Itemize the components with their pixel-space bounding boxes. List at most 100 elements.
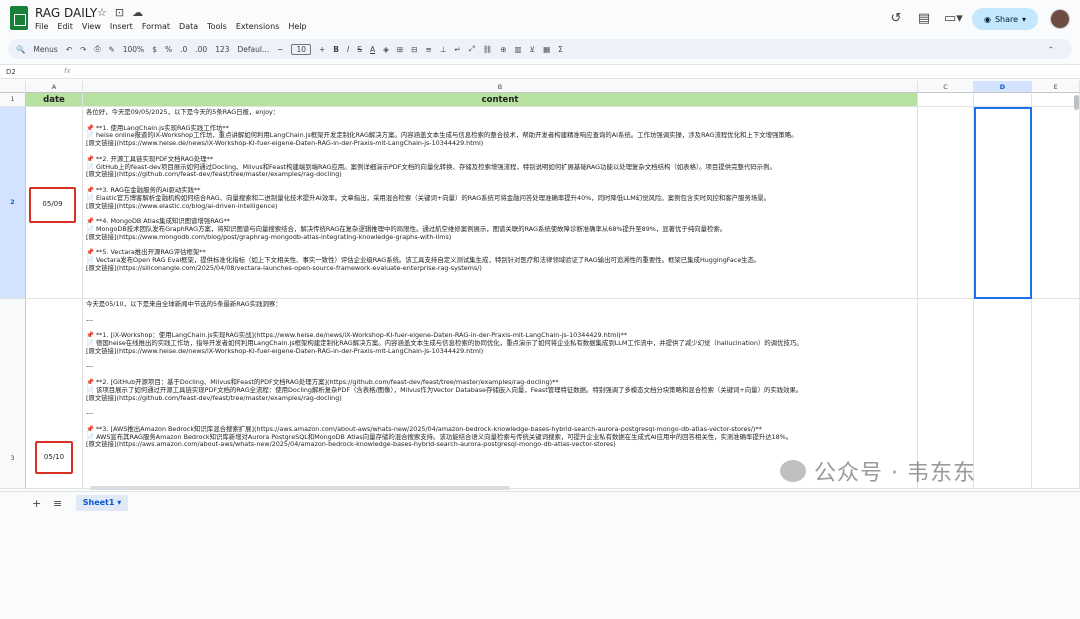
menus-search[interactable]: Menus <box>33 45 58 54</box>
font-select[interactable]: Defaul... <box>238 45 270 54</box>
chevron-down-icon: ▾ <box>1022 14 1027 24</box>
content-line: --- <box>86 409 93 418</box>
cell-d3[interactable] <box>974 299 1032 489</box>
cell-b2-content[interactable]: 各位好，今天是09/05/2025，以下是今天的5条RAG日报，enjoy： 📌 … <box>83 107 918 299</box>
number-format-button[interactable]: 123 <box>215 45 229 54</box>
filter-icon[interactable]: ⊻ <box>530 45 536 54</box>
wrap-icon[interactable]: ↵ <box>454 45 460 54</box>
row-header-1[interactable]: 1 <box>0 93 26 107</box>
menu-help[interactable]: Help <box>288 22 306 31</box>
history-icon[interactable]: ↺ <box>888 11 904 27</box>
menu-tools[interactable]: Tools <box>207 22 227 31</box>
meet-icon[interactable]: ▭▾ <box>944 11 963 27</box>
content-line <box>86 402 914 410</box>
menu-bar: File Edit View Insert Format Data Tools … <box>35 22 316 31</box>
column-header-a[interactable]: A <box>26 81 83 93</box>
align-icon[interactable]: ≡ <box>426 45 432 54</box>
column-header-d[interactable]: D <box>974 81 1032 93</box>
content-line: [原文链接](https://github.com/feast-dev/feas… <box>86 170 342 179</box>
toolbar: 🔍 Menus ↶ ↷ ⎙ ✎ 100% $ % .0 .00 123 Defa… <box>8 39 1072 59</box>
vertical-scrollbar[interactable] <box>1074 95 1079 110</box>
selected-cell-outline[interactable] <box>974 107 1032 299</box>
search-icon[interactable]: 🔍 <box>16 45 25 54</box>
date-cell-row2[interactable]: 05/09 <box>29 187 76 223</box>
merge-cells-icon[interactable]: ⊟ <box>411 45 417 54</box>
redo-icon[interactable]: ↷ <box>80 45 86 54</box>
move-folder-icon[interactable]: ⊡ <box>115 6 124 19</box>
cell-e1[interactable] <box>1032 93 1080 107</box>
menu-data[interactable]: Data <box>179 22 198 31</box>
rotate-icon[interactable]: ⤢ <box>469 44 475 54</box>
link-icon[interactable]: ⛓ <box>483 45 493 54</box>
cell-e2[interactable] <box>1032 107 1080 299</box>
italic-button[interactable]: I <box>347 45 349 54</box>
borders-icon[interactable]: ⊞ <box>397 45 403 54</box>
content-line: --- <box>86 315 93 324</box>
collapse-toolbar-icon[interactable]: ⌃ <box>1048 45 1054 54</box>
horizontal-scrollbar[interactable] <box>90 486 510 490</box>
text-color-button[interactable]: A <box>370 45 375 54</box>
valign-icon[interactable]: ⊥ <box>440 45 447 54</box>
chart-icon[interactable]: ▥ <box>514 45 521 54</box>
header-cell-content[interactable]: content <box>83 93 918 107</box>
sheet-tab-sheet1[interactable]: Sheet1 ▾ <box>76 495 128 511</box>
comment-icon[interactable]: ⊕ <box>500 45 506 54</box>
date-cell-row3[interactable]: 05/10 <box>35 441 73 474</box>
bold-button[interactable]: B <box>333 45 339 54</box>
print-icon[interactable]: ⎙ <box>94 44 100 54</box>
decrease-decimal-button[interactable]: .0 <box>180 45 187 54</box>
select-all-corner[interactable] <box>0 81 26 93</box>
cell-c1[interactable] <box>918 93 974 107</box>
share-button[interactable]: ◉ Share ▾ <box>972 8 1038 30</box>
cell-d1[interactable] <box>974 93 1032 107</box>
add-sheet-icon[interactable]: + <box>32 497 41 510</box>
cloud-status-icon[interactable]: ☁ <box>132 6 143 19</box>
avatar[interactable] <box>1050 9 1070 29</box>
functions-icon[interactable]: Σ <box>558 45 563 54</box>
paint-format-icon[interactable]: ✎ <box>108 45 114 54</box>
strikethrough-button[interactable]: S <box>357 45 362 54</box>
menu-extensions[interactable]: Extensions <box>236 22 279 31</box>
star-icon[interactable]: ☆ <box>97 6 107 19</box>
comments-icon[interactable]: ▤ <box>916 11 932 27</box>
share-label: Share <box>994 14 1019 24</box>
column-header-c[interactable]: C <box>918 81 974 93</box>
content-line: [原文链接](https://www.elastic.co/blog/ai-dr… <box>86 201 278 210</box>
cell-c2[interactable] <box>918 107 974 299</box>
content-line: [原文链接](https://www.mongodb.com/blog/post… <box>86 232 452 241</box>
name-box[interactable]: D2 <box>6 68 16 76</box>
menu-insert[interactable]: Insert <box>110 22 133 31</box>
all-sheets-icon[interactable]: ≡ <box>53 497 62 510</box>
content-line <box>86 309 914 317</box>
sheet-tab-label: Sheet1 <box>82 498 115 507</box>
sheet-tab-bar: + ≡ Sheet1 ▾ <box>0 491 1080 513</box>
font-size-decrease-icon[interactable]: − <box>277 45 283 54</box>
menu-file[interactable]: File <box>35 22 48 31</box>
content-line <box>86 179 914 187</box>
fill-color-icon[interactable]: ◈ <box>383 45 389 54</box>
menu-format[interactable]: Format <box>142 22 170 31</box>
row-header-2[interactable]: 2 <box>0 107 26 299</box>
font-size-increase-icon[interactable]: + <box>319 45 325 54</box>
watermark: 公众号 · 韦东东 <box>780 455 976 487</box>
row-header-3[interactable]: 3 <box>0 299 26 489</box>
percent-button[interactable]: % <box>165 45 172 54</box>
cell-e3[interactable] <box>1032 299 1080 489</box>
font-size-input[interactable]: 10 <box>291 43 311 55</box>
content-line: --- <box>86 362 93 371</box>
currency-button[interactable]: $ <box>152 45 157 54</box>
undo-icon[interactable]: ↶ <box>66 45 72 54</box>
menu-view[interactable]: View <box>82 22 101 31</box>
sheets-logo-icon[interactable] <box>10 6 28 30</box>
globe-icon: ◉ <box>983 14 991 24</box>
column-header-b[interactable]: B <box>83 81 918 93</box>
zoom-select[interactable]: 100% <box>123 45 144 54</box>
header-cell-date[interactable]: date <box>26 93 83 107</box>
increase-decimal-button[interactable]: .00 <box>195 45 207 54</box>
filter-views-icon[interactable]: ▦ <box>543 45 550 54</box>
document-title[interactable]: RAG DAILY <box>35 6 97 20</box>
header-actions: ↺ ▤ ▭▾ ◉ Share ▾ <box>888 8 1070 30</box>
content-line: [原文链接](https://siliconangle.com/2025/04/… <box>86 263 482 272</box>
menu-edit[interactable]: Edit <box>57 22 73 31</box>
column-header-e[interactable]: E <box>1032 81 1080 93</box>
